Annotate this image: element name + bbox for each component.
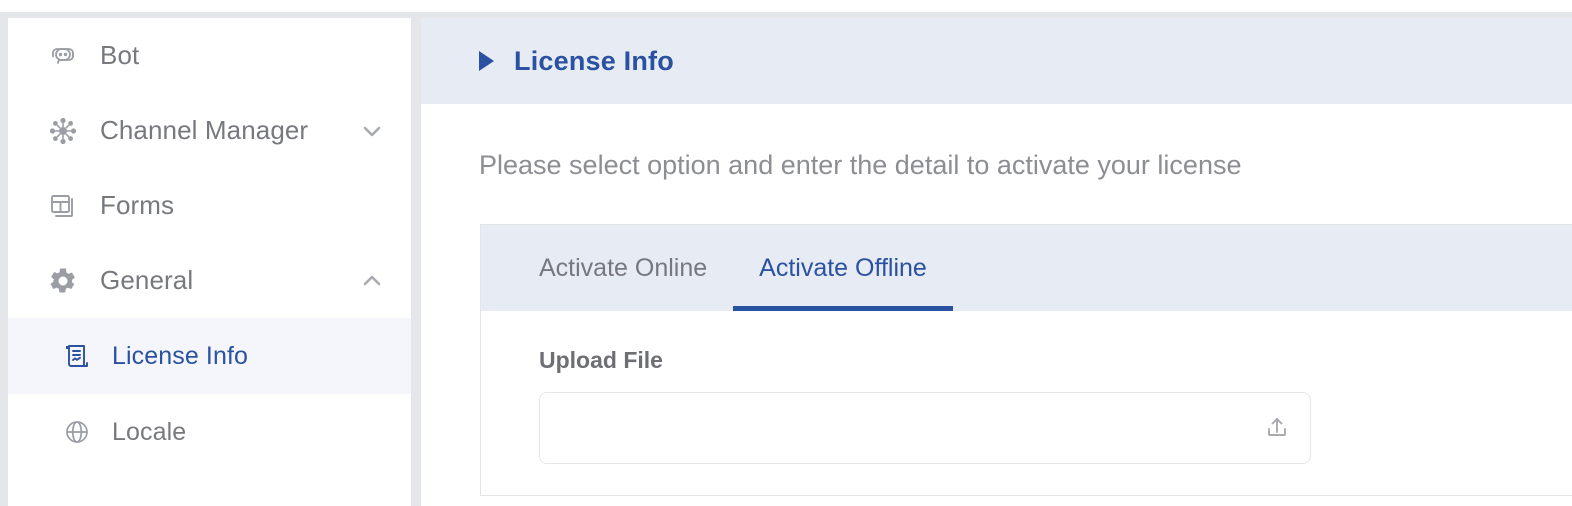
sidebar-item-general[interactable]: General bbox=[8, 243, 411, 318]
license-info-section-header[interactable]: License Info bbox=[421, 18, 1572, 104]
activation-tabs: Activate Online Activate Offline bbox=[481, 225, 1572, 311]
sidebar-item-label: License Info bbox=[112, 342, 248, 371]
gear-icon bbox=[46, 264, 80, 298]
upload-icon[interactable] bbox=[1262, 413, 1292, 443]
intro-text: Please select option and enter the detai… bbox=[421, 104, 1572, 181]
sidebar-item-label: Bot bbox=[100, 40, 139, 71]
sidebar-item-forms[interactable]: Forms bbox=[8, 168, 411, 243]
upload-file-field[interactable] bbox=[539, 392, 1311, 464]
activation-card: Activate Online Activate Offline Upload … bbox=[480, 224, 1572, 496]
tab-label: Activate Online bbox=[539, 254, 707, 283]
main-content: License Info Please select option and en… bbox=[421, 18, 1572, 506]
globe-icon bbox=[60, 415, 94, 449]
sidebar-item-locale[interactable]: Locale bbox=[8, 394, 411, 470]
sidebar: Bot Channel Manag bbox=[8, 18, 411, 506]
hub-network-icon bbox=[46, 114, 80, 148]
sidebar-item-license-info[interactable]: License Info bbox=[8, 318, 411, 394]
sidebar-item-bot[interactable]: Bot bbox=[8, 18, 411, 93]
sidebar-item-label: Forms bbox=[100, 190, 174, 221]
triangle-right-icon[interactable] bbox=[479, 51, 494, 71]
upload-file-label: Upload File bbox=[539, 347, 1572, 374]
bot-icon bbox=[46, 39, 80, 73]
chevron-up-icon[interactable] bbox=[357, 266, 387, 296]
forms-layout-icon bbox=[46, 189, 80, 223]
sidebar-item-label: Locale bbox=[112, 418, 186, 447]
chevron-down-icon[interactable] bbox=[357, 116, 387, 146]
sidebar-item-channel-manager[interactable]: Channel Manager bbox=[8, 93, 411, 168]
tab-activate-offline[interactable]: Activate Offline bbox=[733, 225, 953, 311]
sidebar-item-label: General bbox=[100, 265, 193, 296]
tab-label: Activate Offline bbox=[759, 254, 927, 283]
tab-activate-online[interactable]: Activate Online bbox=[513, 225, 733, 311]
page-title: License Info bbox=[514, 46, 674, 77]
license-document-icon bbox=[60, 339, 94, 373]
upload-file-input[interactable] bbox=[540, 393, 1310, 463]
app-window: Bot Channel Manag bbox=[0, 0, 1572, 506]
sidebar-item-label: Channel Manager bbox=[100, 115, 308, 146]
activate-offline-panel: Upload File bbox=[481, 311, 1572, 464]
top-cutoff-strip bbox=[0, 0, 1572, 12]
